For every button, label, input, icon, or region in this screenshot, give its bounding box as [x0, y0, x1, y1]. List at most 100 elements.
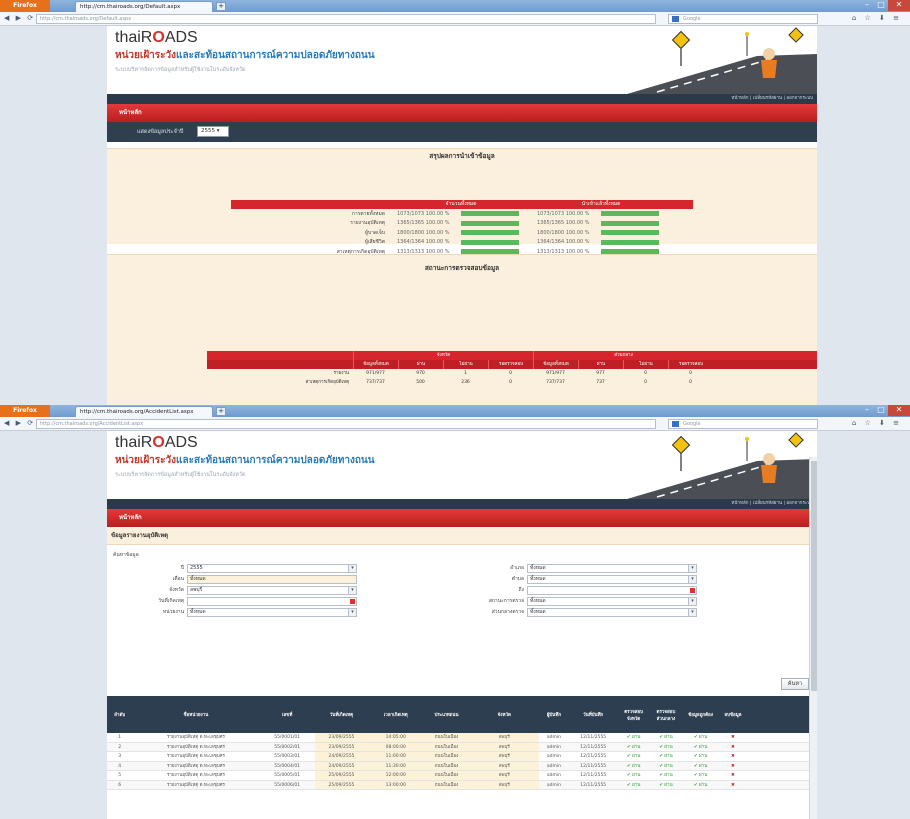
table-row[interactable]: 2 รายงานอุบัติเหตุ ต.ทะเลชุบศร 55/0002/01 2…	[107, 742, 817, 752]
filter-input[interactable]: ทั้งหมด ▾	[187, 607, 357, 617]
table-cell: 23/09/2555	[314, 733, 369, 742]
table-row[interactable]: 4 รายงานอุบัติเหตุ ต.ทะเลชุบศร 55/0004/01 2…	[107, 761, 817, 771]
maximize-icon[interactable]: □	[874, 0, 888, 11]
new-tab-button[interactable]: +	[216, 2, 226, 11]
maximize-icon[interactable]: □	[874, 405, 888, 416]
table-cell[interactable]: ✔ ผ่าน	[617, 771, 649, 780]
chevron-down-icon[interactable]: ▾	[688, 597, 696, 605]
table-cell[interactable]: ✔ ผ่าน	[682, 771, 719, 780]
table-cell[interactable]: ✔ ผ่าน	[617, 733, 649, 742]
chevron-down-icon[interactable]: ▾	[348, 608, 356, 616]
toolbar-icons[interactable]: ⌂ ☆ ⬇ ≡	[852, 419, 902, 427]
top-links-bar[interactable]: หน้าหลัก | เปลี่ยนรหัสผ่าน | ออกจากระบบ	[107, 94, 817, 104]
table-cell[interactable]: ✔ ผ่าน	[650, 781, 682, 790]
table-cell[interactable]: ✔ ผ่าน	[617, 762, 649, 771]
close-icon[interactable]: ✕	[888, 0, 910, 11]
table-cell[interactable]: รายงานอุบัติเหตุ ต.ทะเลชุบศร	[132, 781, 259, 790]
table-cell[interactable]: รายงานอุบัติเหตุ ต.ทะเลชุบศร	[132, 752, 259, 761]
chevron-down-icon[interactable]: ▾	[688, 564, 696, 572]
table-cell: 12:00:00	[368, 771, 424, 780]
table-row[interactable]: 6 รายงานอุบัติเหตุ ต.ทะเลชุบศร 55/0006/01 2…	[107, 780, 817, 790]
delete-icon[interactable]: ✖	[719, 771, 747, 780]
search-box[interactable]: Google	[668, 14, 818, 24]
table-cell[interactable]: ✔ ผ่าน	[650, 733, 682, 742]
minimize-icon[interactable]: –	[860, 0, 874, 11]
status-cell: 0	[509, 380, 512, 385]
delete-icon[interactable]: ✖	[719, 762, 747, 771]
table-header-cell: จังหวัด	[497, 713, 511, 718]
year-select[interactable]: 2555 ▾	[197, 126, 229, 137]
address-bar[interactable]: http://cm.thairoads.org/AccidentList.asp…	[36, 419, 656, 429]
table-cell[interactable]: ✔ ผ่าน	[650, 743, 682, 752]
back-forward-icon[interactable]: ◀ ▶ ⟳	[4, 419, 35, 427]
filter-input[interactable]: ทั้งหมด ▾	[527, 596, 697, 606]
filter-row: ตำบล ทั้งหมด ▾	[447, 574, 697, 584]
chevron-down-icon[interactable]: ▾	[348, 564, 356, 572]
table-cell[interactable]: รายงานอุบัติเหตุ ต.ทะเลชุบศร	[132, 733, 259, 742]
site-logo[interactable]: thaiROADS	[115, 434, 198, 452]
close-icon[interactable]: ✕	[888, 405, 910, 416]
table-row[interactable]: 1 รายงานอุบัติเหตุ ต.ทะเลชุบศร 55/0001/01 2…	[107, 733, 817, 743]
delete-icon[interactable]: ✖	[719, 733, 747, 742]
firefox-menu-button[interactable]: Firefox	[0, 405, 50, 417]
table-cell[interactable]: รายงานอุบัติเหตุ ต.ทะเลชุบศร	[132, 743, 259, 752]
home-menu-bar[interactable]: หน้าหลัก	[107, 104, 817, 122]
filter-input[interactable]	[187, 596, 357, 606]
browser-tab[interactable]: http://cm.thairoads.org/Default.aspx	[75, 1, 213, 12]
filter-input[interactable]: 2555 ▾	[187, 563, 357, 573]
table-cell[interactable]: ✔ ผ่าน	[682, 743, 719, 752]
table-cell[interactable]: ✔ ผ่าน	[682, 752, 719, 761]
table-header-cell: ประเภทถนน	[434, 713, 459, 718]
search-button[interactable]: ค้นหา	[781, 678, 809, 690]
table-cell[interactable]: ✔ ผ่าน	[682, 781, 719, 790]
chevron-down-icon[interactable]: ▾	[688, 608, 696, 616]
filter-input[interactable]: ทั้งหมด	[187, 574, 357, 584]
table-cell[interactable]: ✔ ผ่าน	[682, 762, 719, 771]
table-cell[interactable]: ✔ ผ่าน	[682, 733, 719, 742]
table-row[interactable]: 5 รายงานอุบัติเหตุ ต.ทะเลชุบศร 55/0005/01 2…	[107, 771, 817, 781]
screenshot-accident-list: Firefox http://cm.thairoads.org/Accident…	[0, 405, 910, 819]
table-cell[interactable]: ✔ ผ่าน	[617, 743, 649, 752]
table-cell[interactable]: ✔ ผ่าน	[650, 771, 682, 780]
summary-row-label: รายงานอุบัติเหตุ	[350, 220, 385, 227]
filter-input[interactable]: ทั้งหมด ▾	[527, 563, 697, 573]
table-cell[interactable]: รายงานอุบัติเหตุ ต.ทะเลชุบศร	[132, 762, 259, 771]
filter-input[interactable]	[527, 585, 697, 595]
filter-input[interactable]: ลพบุรี ▾	[187, 585, 357, 595]
progress-bar	[461, 211, 519, 217]
filter-input[interactable]: ทั้งหมด ▾	[527, 574, 697, 584]
browser-tab[interactable]: http://cm.thairoads.org/AccidentList.asp…	[75, 406, 213, 417]
filter-input[interactable]: ทั้งหมด ▾	[527, 607, 697, 617]
table-cell[interactable]: รายงานอุบัติเหตุ ต.ทะเลชุบศร	[132, 771, 259, 780]
site-logo[interactable]: thaiROADS	[115, 29, 198, 47]
delete-icon[interactable]: ✖	[719, 781, 747, 790]
delete-icon[interactable]: ✖	[719, 752, 747, 761]
calendar-icon[interactable]	[350, 598, 355, 604]
calendar-icon[interactable]	[690, 587, 695, 593]
new-tab-button[interactable]: +	[216, 407, 226, 416]
table-cell: admin	[546, 735, 561, 740]
table-cell[interactable]: ✔ ผ่าน	[650, 762, 682, 771]
table-cell[interactable]: ✔ ผ่าน	[617, 781, 649, 790]
top-links-bar[interactable]: หน้าหลัก | เปลี่ยนรหัสผ่าน | ออกจากระบบ	[107, 499, 817, 509]
firefox-menu-button[interactable]: Firefox	[0, 0, 50, 12]
summary-cell: 1073/1073 100.00 %	[531, 211, 671, 217]
table-cell[interactable]: ✔ ผ่าน	[650, 752, 682, 761]
chevron-down-icon[interactable]: ▾	[688, 575, 696, 583]
minimize-icon[interactable]: –	[860, 405, 874, 416]
summary-value: 1365/1365 100.00 %	[537, 220, 590, 227]
back-forward-icon[interactable]: ◀ ▶ ⟳	[4, 14, 35, 22]
page-scrollbar[interactable]	[809, 457, 817, 819]
table-cell[interactable]: ✔ ผ่าน	[617, 752, 649, 761]
scrollbar-thumb[interactable]	[811, 461, 817, 691]
delete-icon[interactable]: ✖	[719, 743, 747, 752]
table-row[interactable]: 3 รายงานอุบัติเหตุ ต.ทะเลชุบศร 55/0003/01 2…	[107, 752, 817, 762]
chevron-down-icon[interactable]: ▾	[348, 586, 356, 594]
toolbar-icons[interactable]: ⌂ ☆ ⬇ ≡	[852, 14, 902, 22]
filter-label: อำเภอ	[510, 565, 524, 571]
filter-value: ทั้งหมด	[530, 564, 546, 571]
search-box[interactable]: Google	[668, 419, 818, 429]
home-menu-bar[interactable]: หน้าหลัก	[107, 509, 817, 527]
address-bar[interactable]: http://cm.thairoads.org/Default.aspx	[36, 14, 656, 24]
table-cell: ลพบุรี	[469, 780, 539, 789]
